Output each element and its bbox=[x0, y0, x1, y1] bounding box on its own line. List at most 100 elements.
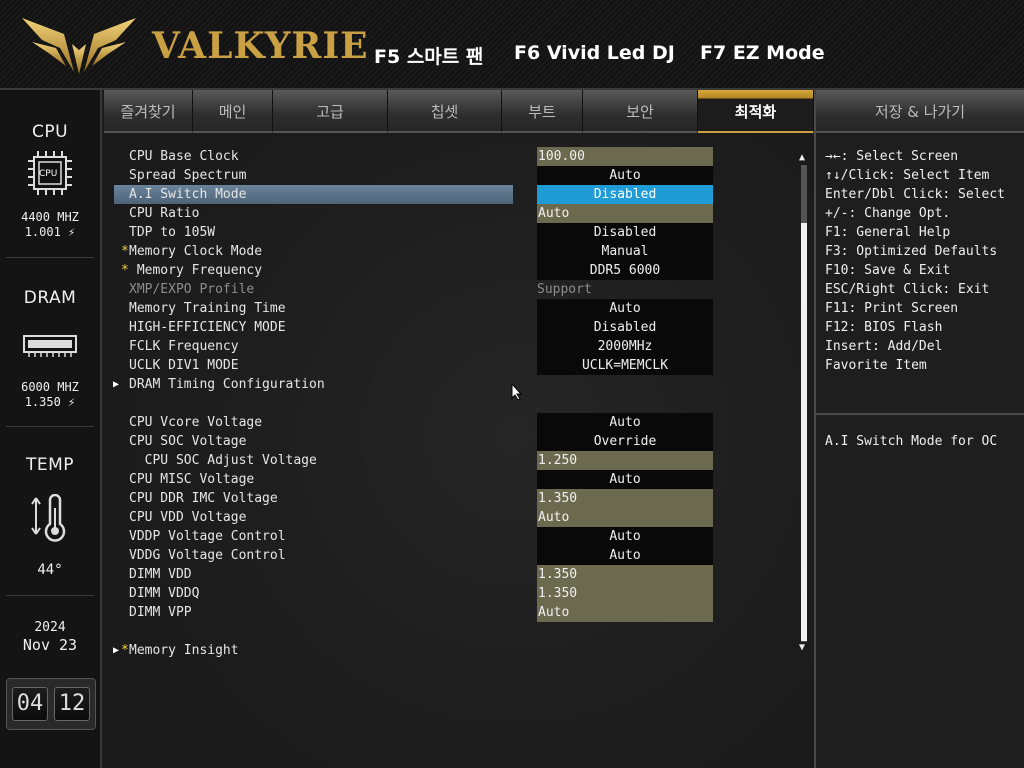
setting-value[interactable]: Override bbox=[537, 432, 713, 451]
setting-label: TDP to 105W bbox=[129, 225, 216, 240]
setting-value[interactable]: 1.350 bbox=[537, 489, 713, 508]
tab-save-exit[interactable]: 저장 & 나가기 bbox=[816, 90, 1024, 133]
setting-row-dimm-vpp[interactable]: DIMM VPP Auto bbox=[104, 603, 794, 622]
help-line: F12: BIOS Flash bbox=[825, 320, 943, 335]
setting-value[interactable]: 1.250 bbox=[537, 451, 713, 470]
setting-row-tdp-to-105w[interactable]: TDP to 105W Disabled bbox=[104, 223, 794, 242]
setting-row-dimm-vddq[interactable]: DIMM VDDQ 1.350 bbox=[104, 584, 794, 603]
setting-row-high-efficiency-mode[interactable]: HIGH-EFFICIENCY MODE Disabled bbox=[104, 318, 794, 337]
setting-row-memory-clock-mode[interactable]: * Memory Clock Mode Manual bbox=[104, 242, 794, 261]
setting-row-cpu-soc-adjust-voltage[interactable]: CPU SOC Adjust Voltage 1.250 bbox=[104, 451, 794, 470]
setting-value[interactable]: 1.350 bbox=[537, 565, 713, 584]
setting-row-fclk-frequency[interactable]: FCLK Frequency 2000MHz bbox=[104, 337, 794, 356]
setting-label: XMP/EXPO Profile bbox=[129, 282, 255, 297]
submenu-arrow-icon: ▶ bbox=[113, 645, 120, 656]
tab-advanced[interactable]: 고급 bbox=[273, 90, 388, 133]
setting-label: CPU DDR IMC Voltage bbox=[129, 491, 278, 506]
tab-chipset[interactable]: 칩셋 bbox=[388, 90, 502, 133]
setting-row-spread-spectrum[interactable]: Spread Spectrum Auto bbox=[104, 166, 794, 185]
setting-row-cpu-ddr-imc-voltage[interactable]: CPU DDR IMC Voltage 1.350 bbox=[104, 489, 794, 508]
setting-row-cpu-ratio[interactable]: CPU Ratio Auto bbox=[104, 204, 794, 223]
setting-label: A.I Switch Mode bbox=[129, 187, 247, 202]
ez-mode-hotkey[interactable]: F7 EZ Mode bbox=[700, 42, 825, 64]
setting-value[interactable]: Auto bbox=[537, 470, 713, 489]
setting-label: DIMM VDDQ bbox=[129, 586, 200, 601]
setting-value[interactable]: 2000MHz bbox=[537, 337, 713, 356]
dram-frequency: 6000 MHZ bbox=[21, 380, 79, 394]
setting-row-cpu-base-clock[interactable]: CPU Base Clock 100.00 bbox=[104, 147, 794, 166]
setting-row-vddp-voltage-control[interactable]: VDDP Voltage Control Auto bbox=[104, 527, 794, 546]
help-divider bbox=[816, 413, 1024, 415]
mouse-cursor-icon bbox=[511, 383, 523, 401]
setting-row-cpu-vcore-voltage[interactable]: CPU Vcore Voltage Auto bbox=[104, 413, 794, 432]
help-line: ↑↓/Click: Select Item bbox=[825, 168, 990, 183]
setting-row-a-i-switch-mode[interactable]: A.I Switch Mode Disabled bbox=[104, 185, 794, 204]
setting-value[interactable]: Auto bbox=[537, 527, 713, 546]
setting-label: HIGH-EFFICIENCY MODE bbox=[129, 320, 286, 335]
setting-row-xmp-expo-profile: XMP/EXPO Profile Support bbox=[104, 280, 794, 299]
setting-value[interactable]: 100.00 bbox=[537, 147, 713, 166]
panel-divider bbox=[6, 257, 94, 258]
panel-divider bbox=[6, 595, 94, 596]
setting-value[interactable]: Disabled bbox=[537, 318, 713, 337]
setting-row-cpu-misc-voltage[interactable]: CPU MISC Voltage Auto bbox=[104, 470, 794, 489]
setting-row-memory-training-time[interactable]: Memory Training Time Auto bbox=[104, 299, 794, 318]
panel-divider bbox=[6, 426, 94, 427]
help-panel: →←: Select Screen ↑↓/Click: Select Item En… bbox=[816, 135, 1024, 768]
setting-value[interactable]: Auto bbox=[537, 413, 713, 432]
date-month-day: Nov 23 bbox=[22, 636, 78, 654]
tab-optimization[interactable]: 최적화 bbox=[698, 90, 814, 133]
smart-fan-hotkey[interactable]: F5 스마트 팬 bbox=[374, 42, 483, 69]
setting-value[interactable]: Disabled bbox=[537, 223, 713, 242]
setting-label: CPU SOC Voltage bbox=[129, 434, 247, 449]
valkyrie-logo-text: VALKYRIE bbox=[152, 25, 369, 67]
setting-value[interactable]: Disabled bbox=[537, 185, 713, 204]
setting-row-vddg-voltage-control[interactable]: VDDG Voltage Control Auto bbox=[104, 546, 794, 565]
clock-minute: 12 bbox=[54, 687, 90, 721]
help-line: F3: Optimized Defaults bbox=[825, 244, 998, 259]
tab-security[interactable]: 보안 bbox=[583, 90, 698, 133]
help-line: F11: Print Screen bbox=[825, 301, 959, 316]
submenu-arrow-icon: ▶ bbox=[113, 379, 120, 390]
setting-label: FCLK Frequency bbox=[129, 339, 239, 354]
setting-value[interactable]: UCLK=MEMCLK bbox=[537, 356, 713, 375]
setting-value[interactable]: Manual bbox=[537, 242, 713, 261]
setting-value[interactable]: Auto bbox=[537, 508, 713, 527]
setting-row-dimm-vdd[interactable]: DIMM VDD 1.350 bbox=[104, 565, 794, 584]
setting-value[interactable]: Auto bbox=[537, 546, 713, 565]
setting-label: CPU VDD Voltage bbox=[129, 510, 247, 525]
clock-hour: 04 bbox=[12, 687, 48, 721]
tab-main[interactable]: 메인 bbox=[193, 90, 273, 133]
vivid-led-dj-hotkey[interactable]: F6 Vivid Led DJ bbox=[514, 42, 675, 64]
tab-boot[interactable]: 부트 bbox=[502, 90, 583, 133]
setting-value: Support bbox=[537, 282, 592, 297]
cpu-frequency: 4400 MHZ bbox=[21, 210, 79, 224]
setting-label: Memory Frequency bbox=[129, 263, 263, 278]
setting-value[interactable]: 1.350 bbox=[537, 584, 713, 603]
setting-row-uclk-div1-mode[interactable]: UCLK DIV1 MODE UCLK=MEMCLK bbox=[104, 356, 794, 375]
setting-label: Memory Training Time bbox=[129, 301, 286, 316]
scroll-down-arrow-icon[interactable]: ▼ bbox=[799, 642, 805, 653]
setting-row-cpu-vdd-voltage[interactable]: CPU VDD Voltage Auto bbox=[104, 508, 794, 527]
cpu-title: CPU bbox=[31, 122, 69, 142]
scroll-up-arrow-icon[interactable]: ▲ bbox=[799, 152, 805, 163]
setting-value[interactable]: Auto bbox=[537, 603, 713, 622]
thermometer-icon bbox=[31, 494, 66, 542]
tab-favorites[interactable]: 즐겨찾기 bbox=[104, 90, 193, 133]
setting-row-memory-frequency[interactable]: * Memory Frequency DDR5 6000 bbox=[104, 261, 794, 280]
help-line: F1: General Help bbox=[825, 225, 951, 240]
setting-label: CPU SOC Adjust Voltage bbox=[129, 453, 317, 468]
help-line: ESC/Right Click: Exit bbox=[825, 282, 990, 297]
setting-label: CPU Base Clock bbox=[129, 149, 239, 164]
setting-row-cpu-soc-voltage[interactable]: CPU SOC Voltage Override bbox=[104, 432, 794, 451]
setting-row-dram-timing-configuration[interactable]: ▶ DRAM Timing Configuration bbox=[104, 375, 794, 394]
favorite-star-icon: * bbox=[121, 263, 129, 278]
setting-row-memory-insight[interactable]: * ▶ Memory Insight bbox=[104, 641, 794, 660]
setting-value[interactable]: Auto bbox=[537, 166, 713, 185]
setting-value[interactable]: Auto bbox=[537, 204, 713, 223]
setting-value[interactable]: Auto bbox=[537, 299, 713, 318]
setting-value[interactable]: DDR5 6000 bbox=[537, 261, 713, 280]
dram-module-icon bbox=[23, 335, 77, 357]
scrollbar-thumb[interactable] bbox=[801, 223, 807, 641]
setting-label: Spread Spectrum bbox=[129, 168, 247, 183]
